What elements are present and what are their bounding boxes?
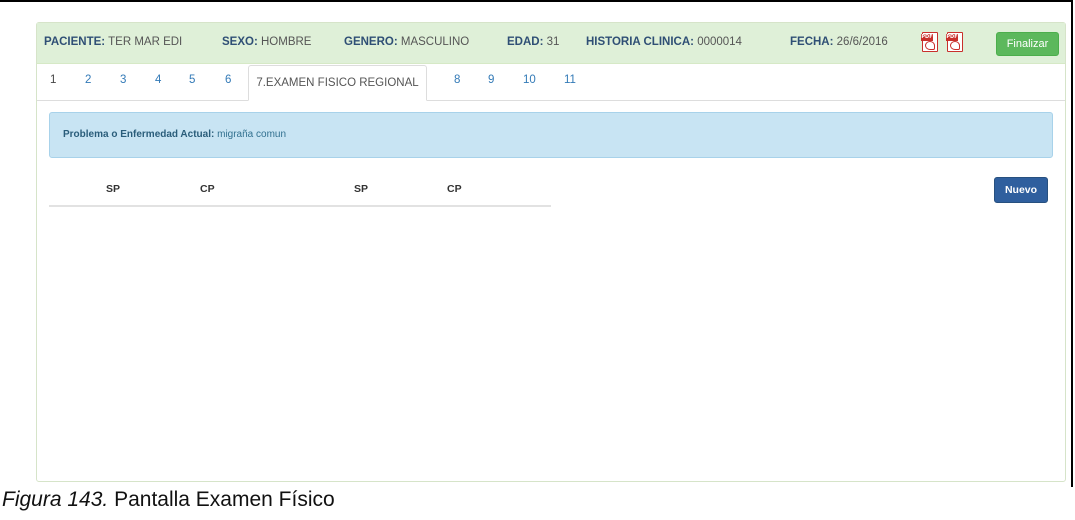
sex-value: HOMBRE [261,36,312,48]
tab-examen-fisico-regional[interactable]: 7.EXAMEN FISICO REGIONAL [248,65,427,101]
finalizar-button[interactable]: Finalizar [996,32,1059,56]
current-problem-alert: Problema o Enfermedad Actual: migraña co… [49,112,1053,158]
main-panel: PACIENTE: TER MAR EDI SEXO: HOMBRE GENER… [36,22,1066,482]
patient-header: PACIENTE: TER MAR EDI SEXO: HOMBRE GENER… [37,23,1065,64]
tab-5[interactable]: 5 [189,74,195,86]
tab-2[interactable]: 2 [85,74,91,86]
table-header-divider [49,205,551,207]
current-problem-label: Problema o Enfermedad Actual: [63,129,215,140]
column-header-cp: CP [200,183,215,195]
column-header-sp: SP [106,183,121,195]
sex-label: SEXO: [222,36,258,48]
date-label: FECHA: [790,36,834,48]
history-label: HISTORIA CLINICA: [586,36,694,48]
pdf-icon[interactable]: PDF [921,32,938,52]
pdf-icon[interactable]: PDF [946,32,963,52]
patient-value: TER MAR EDI [108,36,183,48]
sex-field: SEXO: HOMBRE [222,36,311,48]
tab-1[interactable]: 1 [50,74,56,86]
column-header-cp: CP [447,183,462,195]
current-problem-text: Problema o Enfermedad Actual: migraña co… [63,129,286,140]
tab-6[interactable]: 6 [225,74,231,86]
history-value: 0000014 [697,36,742,48]
history-field: HISTORIA CLINICA: 0000014 [586,36,742,48]
pdf-tag: PDF [946,34,958,41]
figure-title: Pantalla Examen Físico [114,488,335,511]
age-label: EDAD: [507,36,544,48]
figure-number: Figura 143. [2,488,109,511]
screenshot-frame: PACIENTE: TER MAR EDI SEXO: HOMBRE GENER… [0,0,1073,487]
age-value: 31 [546,36,560,48]
date-field: FECHA: 26/6/2016 [790,36,888,48]
date-value: 26/6/2016 [836,36,888,48]
age-field: EDAD: 31 [507,36,559,48]
nuevo-button[interactable]: Nuevo [994,177,1048,203]
patient-field: PACIENTE: TER MAR EDI [44,36,182,48]
gender-field: GENERO: MASCULINO [344,36,469,48]
tab-11[interactable]: 11 [564,74,576,86]
tab-8[interactable]: 8 [454,74,460,86]
gender-label: GENERO: [344,36,398,48]
figure-caption: Figura 143. Pantalla Examen Físico [2,488,335,512]
tab-bar: 1 2 3 4 5 6 7.EXAMEN FISICO REGIONAL 8 9… [37,64,1065,101]
pdf-symbol [925,41,935,50]
gender-value: MASCULINO [400,36,470,48]
tab-10[interactable]: 10 [523,74,536,86]
pdf-tag: PDF [921,34,933,41]
current-problem-value: migraña comun [217,129,287,140]
tab-9[interactable]: 9 [488,74,494,86]
pdf-symbol [950,41,960,50]
tab-3[interactable]: 3 [120,74,126,86]
column-header-sp: SP [354,183,369,195]
patient-label: PACIENTE: [44,36,106,48]
tab-4[interactable]: 4 [155,74,161,86]
